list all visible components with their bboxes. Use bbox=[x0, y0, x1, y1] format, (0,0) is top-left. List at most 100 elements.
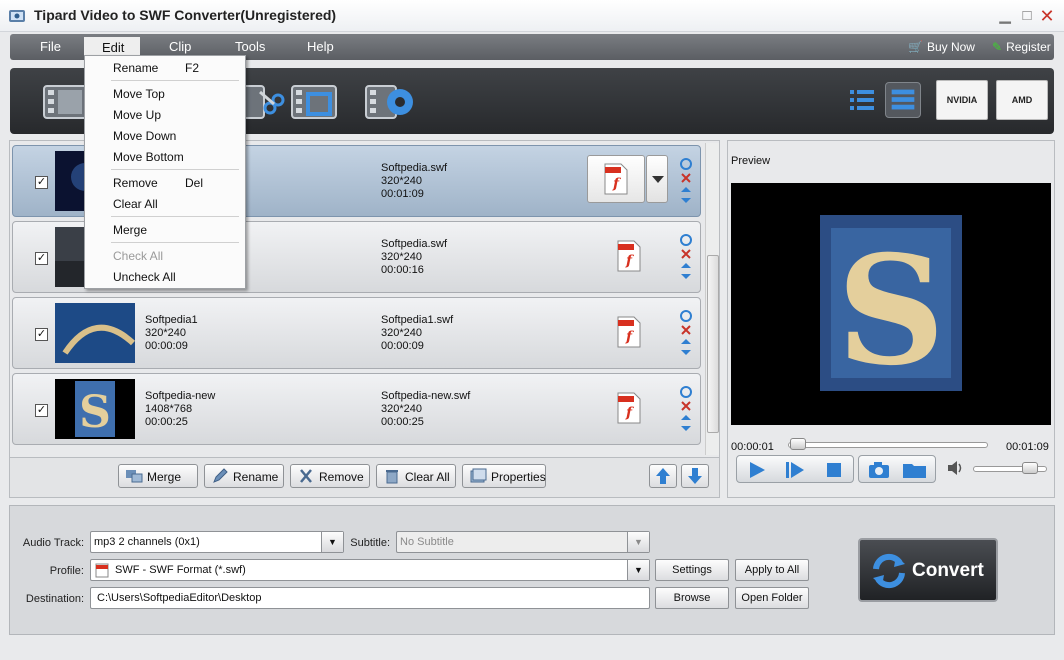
menu-move-down[interactable]: Move Down bbox=[113, 129, 176, 143]
maximize-icon[interactable]: □ bbox=[1018, 7, 1036, 25]
swf-file-icon[interactable]: f bbox=[616, 316, 642, 348]
apply-to-all-button[interactable]: Apply to All bbox=[735, 559, 809, 581]
row-action-icons[interactable] bbox=[679, 310, 693, 360]
properties-button[interactable]: Properties bbox=[462, 464, 546, 488]
swf-file-icon[interactable]: f bbox=[616, 240, 642, 272]
settings-button[interactable]: Settings bbox=[655, 559, 729, 581]
volume-knob[interactable] bbox=[1022, 462, 1039, 474]
menu-file[interactable]: File bbox=[40, 39, 61, 54]
row-checkbox[interactable]: ✓ bbox=[35, 328, 48, 341]
playback-controls bbox=[736, 455, 854, 483]
browse-button[interactable]: Browse bbox=[655, 587, 729, 609]
destination-value: C:\Users\SoftpediaEditor\Desktop bbox=[97, 592, 262, 604]
video-thumbnail bbox=[55, 303, 135, 363]
output-settings-panel: Audio Track: mp3 2 channels (0x1) ▼ Subt… bbox=[9, 505, 1055, 635]
output-resolution: 320*240 bbox=[381, 403, 422, 415]
subtitle-value: No Subtitle bbox=[400, 536, 454, 548]
chevron-down-icon: ▼ bbox=[627, 560, 649, 580]
open-folder-icon[interactable] bbox=[901, 460, 929, 480]
volume-icon[interactable] bbox=[946, 459, 964, 477]
menu-move-bottom[interactable]: Move Bottom bbox=[113, 150, 184, 164]
detail-view-icon[interactable] bbox=[885, 82, 921, 118]
row-action-icons[interactable] bbox=[679, 234, 693, 284]
window-title: Tipard Video to SWF Converter(Unregister… bbox=[34, 7, 337, 23]
seek-knob[interactable] bbox=[789, 438, 806, 450]
capture-controls bbox=[858, 455, 936, 483]
remove-shortcut: Del bbox=[185, 176, 204, 190]
convert-button[interactable]: Convert bbox=[858, 538, 998, 602]
scrollbar-thumb[interactable] bbox=[707, 255, 719, 433]
open-folder-button[interactable]: Open Folder bbox=[735, 587, 809, 609]
svg-text:S: S bbox=[837, 223, 945, 399]
effect-gear-icon[interactable] bbox=[362, 78, 418, 124]
play-icon[interactable] bbox=[747, 461, 767, 479]
list-scrollbar[interactable] bbox=[705, 143, 719, 455]
menu-edit[interactable]: Edit bbox=[84, 37, 141, 57]
amd-label: AMD bbox=[1011, 95, 1033, 105]
profile-label: Profile: bbox=[49, 565, 84, 577]
output-info: Softpedia.swf 320*240 00:01:09 bbox=[381, 162, 447, 201]
menu-move-top[interactable]: Move Top bbox=[113, 87, 165, 101]
file-row[interactable]: ✓ Softpedia1 320*240 00:00:09 Softpedia1… bbox=[12, 297, 701, 369]
output-format-selector[interactable]: f bbox=[587, 155, 645, 203]
row-checkbox[interactable]: ✓ bbox=[35, 404, 48, 417]
rename-button[interactable]: Rename bbox=[204, 464, 284, 488]
seek-slider[interactable] bbox=[788, 442, 988, 448]
output-filename: Softpedia.swf bbox=[381, 238, 448, 250]
move-up-button[interactable] bbox=[649, 464, 677, 488]
merge-label: Merge bbox=[147, 470, 182, 484]
register-link[interactable]: ✎ Register bbox=[992, 40, 1051, 54]
row-action-icons[interactable] bbox=[679, 158, 693, 208]
row-action-icons[interactable] bbox=[679, 386, 693, 436]
merge-button[interactable]: Merge bbox=[118, 464, 198, 488]
menu-merge[interactable]: Merge bbox=[113, 223, 147, 237]
output-info: Softpedia1.swf 320*240 00:00:09 bbox=[381, 314, 453, 353]
convert-arrows-icon bbox=[873, 553, 905, 589]
format-dropdown-button[interactable] bbox=[646, 155, 668, 203]
row-checkbox[interactable]: ✓ bbox=[35, 252, 48, 265]
snapshot-camera-icon[interactable] bbox=[867, 460, 891, 480]
chevron-down-icon: ▼ bbox=[321, 532, 343, 552]
output-duration: 00:00:16 bbox=[381, 264, 424, 276]
amd-app-badge[interactable]: AMD bbox=[996, 80, 1048, 120]
crop-icon[interactable] bbox=[288, 78, 344, 124]
list-view-icon[interactable] bbox=[844, 82, 880, 118]
row-checkbox[interactable]: ✓ bbox=[35, 176, 48, 189]
output-resolution: 320*240 bbox=[381, 251, 422, 263]
minimize-icon[interactable]: ▁ bbox=[996, 7, 1014, 25]
menu-clear-all[interactable]: Clear All bbox=[113, 197, 158, 211]
menu-uncheck-all[interactable]: Uncheck All bbox=[113, 270, 176, 284]
menu-rename[interactable]: Rename bbox=[113, 61, 158, 75]
remove-x-icon bbox=[300, 469, 312, 483]
swf-format-icon bbox=[95, 563, 109, 578]
buy-now-label: Buy Now bbox=[926, 40, 975, 54]
menu-remove[interactable]: Remove bbox=[113, 176, 158, 190]
output-duration: 00:01:09 bbox=[381, 188, 424, 200]
nvidia-cuda-badge[interactable]: NVIDIA bbox=[936, 80, 988, 120]
menu-help[interactable]: Help bbox=[307, 39, 334, 54]
profile-select[interactable]: SWF - SWF Format (*.swf) ▼ bbox=[90, 559, 650, 581]
swf-file-icon[interactable]: f bbox=[616, 392, 642, 424]
source-info: Softpedia1 320*240 00:00:09 bbox=[145, 314, 198, 353]
move-down-button[interactable] bbox=[681, 464, 709, 488]
audio-track-select[interactable]: mp3 2 channels (0x1) ▼ bbox=[90, 531, 344, 553]
menu-tools[interactable]: Tools bbox=[235, 39, 265, 54]
clear-all-button[interactable]: Clear All bbox=[376, 464, 456, 488]
source-filename: Softpedia1 bbox=[145, 314, 198, 326]
remove-button[interactable]: Remove bbox=[290, 464, 370, 488]
stop-icon[interactable] bbox=[825, 461, 843, 479]
destination-input[interactable]: C:\Users\SoftpediaEditor\Desktop bbox=[90, 587, 650, 609]
menu-clip[interactable]: Clip bbox=[169, 39, 191, 54]
buy-now-link[interactable]: 🛒 Buy Now bbox=[908, 40, 975, 54]
menu-separator bbox=[111, 169, 239, 170]
menu-move-up[interactable]: Move Up bbox=[113, 108, 161, 122]
next-frame-icon[interactable] bbox=[785, 461, 805, 479]
output-info: Softpedia-new.swf 320*240 00:00:25 bbox=[381, 390, 470, 429]
close-icon[interactable]: ✕ bbox=[1038, 7, 1056, 25]
output-resolution: 320*240 bbox=[381, 175, 422, 187]
file-row[interactable]: ✓ S Softpedia-new 1408*768 00:00:25 Soft… bbox=[12, 373, 701, 445]
source-duration: 00:00:09 bbox=[145, 340, 188, 352]
destination-label: Destination: bbox=[25, 593, 84, 605]
video-thumbnail: S bbox=[55, 379, 135, 439]
remove-label: Remove bbox=[319, 470, 364, 484]
